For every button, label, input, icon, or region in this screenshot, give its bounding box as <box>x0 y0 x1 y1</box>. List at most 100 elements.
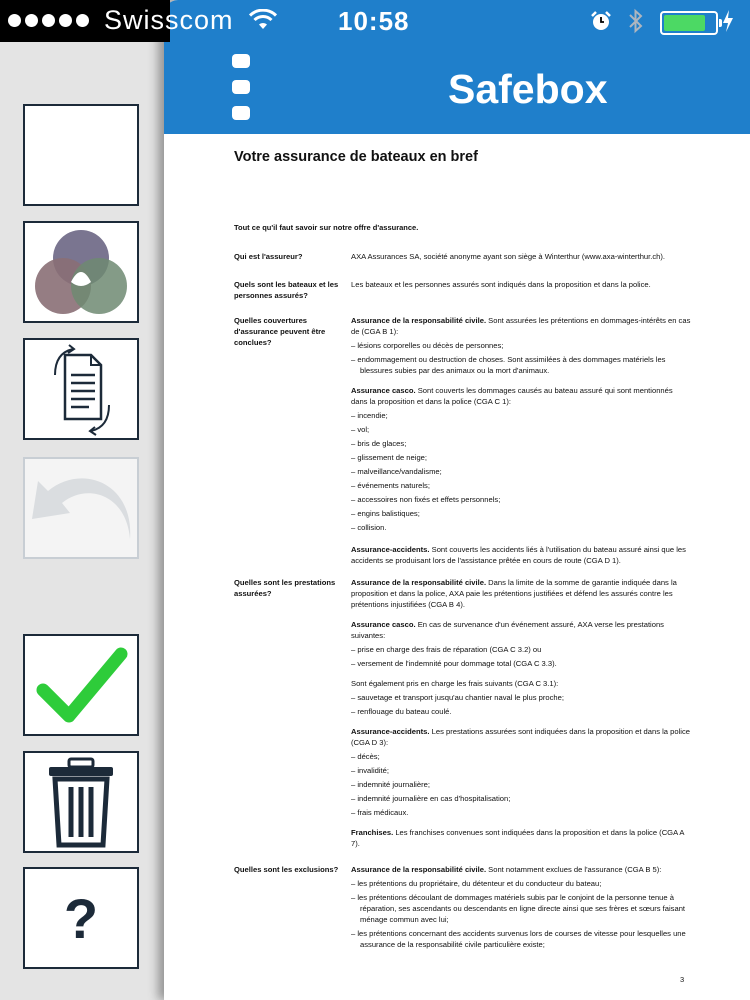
list-item: – lésions corporelles ou décès de person… <box>351 341 504 350</box>
document-intro: Tout ce qu'il faut savoir sur notre offr… <box>234 223 419 232</box>
list-item: – versement de l'indemnité pour dommage … <box>351 659 557 668</box>
status-bar: Swisscom 10:58 <box>0 0 750 42</box>
bold-heading: Assurance de la responsabilité civile. <box>351 865 487 874</box>
answer-insurer: AXA Assurances SA, société anonyme ayant… <box>351 251 691 262</box>
question-exclusions: Quelles sont les exclusions? <box>234 865 339 874</box>
answer-coverages: Assurance de la responsabilité civile. S… <box>351 315 691 566</box>
menu-dots-icon[interactable] <box>232 52 252 124</box>
bold-heading: Assurance casco. <box>351 386 416 395</box>
color-mode-button[interactable] <box>23 104 139 206</box>
signal-dots-icon <box>8 14 89 27</box>
bold-heading: Assurance de la responsabilité civile. <box>351 316 487 325</box>
list-item: – collision. <box>351 523 387 532</box>
bluetooth-icon <box>629 8 643 34</box>
list-item: – renflouage du bateau coulé. <box>351 707 452 716</box>
list-item: – les prétentions découlant de dommages … <box>351 893 686 924</box>
document-title: Votre assurance de bateaux en bref <box>234 149 478 165</box>
trash-icon <box>49 757 113 848</box>
checkmark-icon <box>36 647 128 723</box>
list-item-text: événements naturels; <box>357 481 430 490</box>
charging-icon <box>723 10 733 32</box>
list-item-text: sauvetage et transport jusqu'au chantier… <box>357 693 564 702</box>
rgb-color-icon <box>35 113 127 197</box>
list-item: – événements naturels; <box>351 481 430 490</box>
list-item-text: frais médicaux. <box>357 808 409 817</box>
question-insurer: Qui est l'assureur? <box>234 252 303 261</box>
list-item-text: indemnité journalière; <box>357 780 430 789</box>
list-item: – bris de glaces; <box>351 439 407 448</box>
status-time: 10:58 <box>338 6 410 36</box>
list-item-text: endommagement ou destruction de choses. … <box>357 355 666 375</box>
carrier-name: Swisscom <box>104 5 234 35</box>
list-item: – glissement de neige; <box>351 453 427 462</box>
list-item-text: renflouage du bateau coulé. <box>357 707 452 716</box>
battery-icon <box>660 11 722 35</box>
list-item-text: indemnité journalière en cas d'hospitali… <box>357 794 511 803</box>
list-item: – frais médicaux. <box>351 808 409 817</box>
list-item-text: lésions corporelles ou décès de personne… <box>357 341 504 350</box>
bold-heading: Assurance de la responsabilité civile. <box>351 578 487 587</box>
list-item-text: glissement de neige; <box>357 453 427 462</box>
para-text: Les franchises convenues sont indiquées … <box>351 828 685 848</box>
list-item: – sauvetage et transport jusqu'au chanti… <box>351 693 564 702</box>
list-item-text: les prétentions concernant des accidents… <box>357 929 686 949</box>
wifi-icon <box>248 9 278 29</box>
left-toolbar: ? <box>0 42 170 1000</box>
question-coverages: Quelles couvertures d'assurance peuvent … <box>234 316 326 347</box>
rotate-page-button[interactable] <box>23 338 139 440</box>
list-item: – les prétentions du propriétaire, du dé… <box>351 879 602 888</box>
coverage-casco-para: Assurance casco. Sont couverts les domma… <box>351 385 691 407</box>
list-item-text: invalidité; <box>357 766 390 775</box>
list-item-text: collision. <box>357 523 387 532</box>
document-page: Votre assurance de bateaux en bref Tout … <box>164 134 750 1000</box>
answer-exclusions: Assurance de la responsabilité civile. S… <box>351 864 691 950</box>
document-panel: Safebox Votre assurance de bateaux en br… <box>164 0 750 1000</box>
alarm-icon <box>591 11 611 30</box>
list-item: – engins balistiques; <box>351 509 420 518</box>
undo-button[interactable] <box>23 457 139 559</box>
exclusions-liability-para: Assurance de la responsabilité civile. S… <box>351 864 691 875</box>
list-item: – décès; <box>351 752 380 761</box>
list-item: – indemnité journalière en cas d'hospita… <box>351 794 511 803</box>
list-item-text: accessoires non fixés et effets personne… <box>357 495 501 504</box>
grayscale-mode-button[interactable] <box>23 221 139 323</box>
list-item: – incendie; <box>351 411 388 420</box>
list-item-text: versement de l'indemnité pour dommage to… <box>357 659 557 668</box>
rotate-document-icon <box>54 344 110 436</box>
undo-arrow-icon <box>32 478 131 539</box>
list-item: – malveillance/vandalisme; <box>351 467 442 476</box>
help-button[interactable]: ? <box>23 867 139 969</box>
list-item-text: bris de glaces; <box>357 439 407 448</box>
benefits-extra-costs-para: Sont également pris en charge les frais … <box>351 679 559 688</box>
muted-color-icon <box>35 230 127 314</box>
coverage-accident-para: Assurance-accidents. Sont couverts les a… <box>351 544 691 566</box>
list-item: – indemnité journalière; <box>351 780 430 789</box>
benefits-casco-para: Assurance casco. En cas de survenance d'… <box>351 619 691 641</box>
list-item: – accessoires non fixés et effets person… <box>351 495 501 504</box>
bold-heading: Assurance-accidents. <box>351 545 430 554</box>
benefits-accident-para: Assurance-accidents. Les prestations ass… <box>351 726 691 748</box>
list-item-text: vol; <box>357 425 370 434</box>
list-item-text: les prétentions du propriétaire, du déte… <box>357 879 602 888</box>
coverage-liability-para: Assurance de la responsabilité civile. S… <box>351 315 691 337</box>
answer-line: Les bateaux et les personnes assurés son… <box>351 280 651 289</box>
bold-heading: Assurance casco. <box>351 620 416 629</box>
list-item: – invalidité; <box>351 766 390 775</box>
bold-heading: Assurance-accidents. <box>351 727 430 736</box>
answer-line: AXA Assurances SA, société anonyme ayant… <box>351 252 666 261</box>
benefits-liability-para: Assurance de la responsabilité civile. D… <box>351 577 691 610</box>
para-text: Sont notamment exclues de l'assurance (C… <box>486 865 662 874</box>
list-item-text: malveillance/vandalisme; <box>357 467 442 476</box>
delete-button[interactable] <box>23 751 139 853</box>
bold-heading: Franchises. <box>351 828 394 837</box>
deductibles-para: Franchises. Les franchises convenues son… <box>351 827 691 849</box>
answer-insured-boats: Les bateaux et les personnes assurés son… <box>351 279 691 290</box>
page-number: 3 <box>680 975 685 984</box>
answer-benefits: Assurance de la responsabilité civile. D… <box>351 577 691 849</box>
list-item: – endommagement ou destruction de choses… <box>351 355 666 375</box>
list-item-text: incendie; <box>357 411 388 420</box>
list-item-text: engins balistiques; <box>357 509 420 518</box>
list-item: – vol; <box>351 425 370 434</box>
battery-level <box>664 15 706 31</box>
confirm-button[interactable] <box>23 634 139 736</box>
